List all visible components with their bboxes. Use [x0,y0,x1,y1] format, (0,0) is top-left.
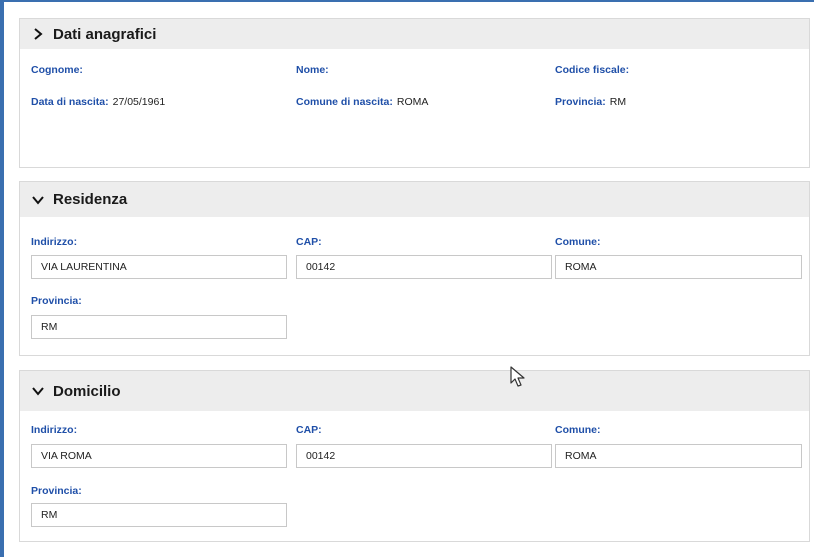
comune-nascita-row: Comune di nascita: ROMA [296,96,428,108]
data-nascita-label: Data di nascita: [31,96,109,108]
panel-dati-anagrafici: Dati anagrafici Cognome: Nome: Codice fi… [19,18,810,168]
cap-field[interactable]: 00142 [296,255,552,279]
mouse-cursor-icon [510,366,526,393]
comune-field[interactable]: ROMA [555,255,802,279]
window-left-border [0,0,4,557]
provincia-field[interactable]: RM [31,315,287,339]
indirizzo-field[interactable]: VIA ROMA [31,444,287,468]
provincia-label: Provincia: [31,485,82,497]
chevron-down-icon [31,193,45,207]
nome-label: Nome: [296,64,329,76]
indirizzo-label: Indirizzo: [31,424,78,436]
indirizzo-field[interactable]: VIA LAURENTINA [31,255,287,279]
window-top-border [0,0,814,2]
codice-fiscale-label: Codice fiscale: [555,64,630,76]
comune-nascita-label: Comune di nascita: [296,96,393,108]
provincia-label: Provincia: [555,96,606,108]
provincia-label: Provincia: [31,295,82,307]
indirizzo-label: Indirizzo: [31,236,78,248]
panel-domicilio: Domicilio Indirizzo: VIA ROMA CAP: 00142… [19,370,810,542]
panel-header-domicilio[interactable]: Domicilio [20,371,809,411]
panel-header-dati-anagrafici[interactable]: Dati anagrafici [20,19,809,49]
provincia-row: Provincia: RM [555,96,626,108]
cap-label: CAP: [296,424,322,436]
comune-label: Comune: [555,424,601,436]
panel-title: Residenza [53,191,128,208]
comune-label: Comune: [555,236,601,248]
provincia-value: RM [609,96,627,108]
data-nascita-row: Data di nascita: 27/05/1961 [31,96,165,108]
comune-nascita-value: ROMA [396,96,429,108]
cap-field[interactable]: 00142 [296,444,552,468]
cap-label: CAP: [296,236,322,248]
panel-header-residenza[interactable]: Residenza [20,182,809,217]
comune-field[interactable]: ROMA [555,444,802,468]
cognome-label: Cognome: [31,64,83,76]
provincia-field[interactable]: RM [31,503,287,527]
data-nascita-value: 27/05/1961 [112,96,166,108]
panel-title: Domicilio [53,382,121,400]
panel-title: Dati anagrafici [53,25,157,43]
chevron-right-icon [31,27,45,41]
chevron-down-icon [31,384,45,398]
panel-residenza: Residenza Indirizzo: VIA LAURENTINA CAP:… [19,181,810,356]
